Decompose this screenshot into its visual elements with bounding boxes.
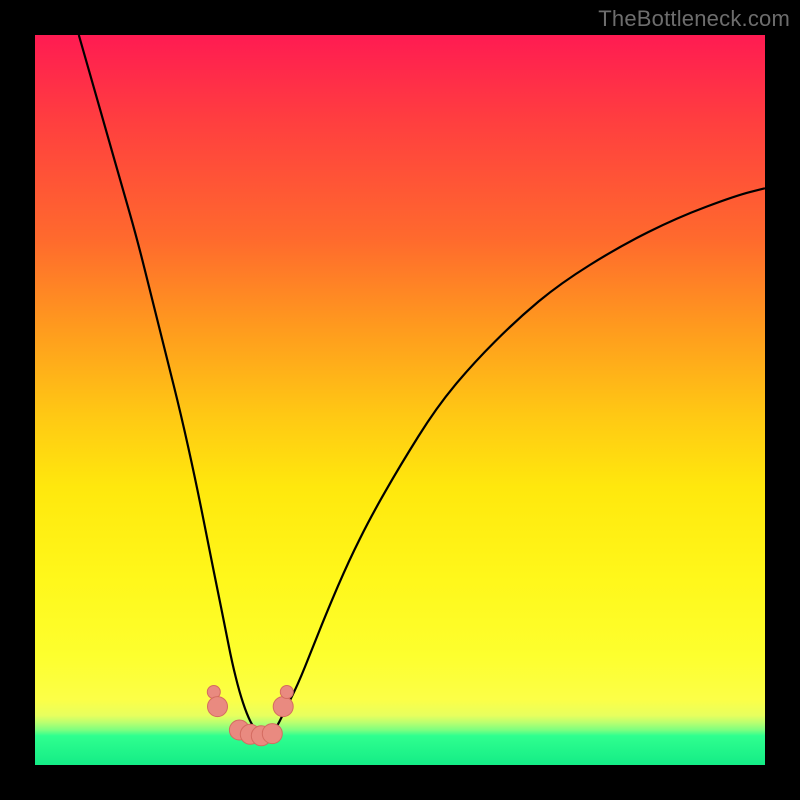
marker-dot bbox=[208, 697, 228, 717]
bottleneck-curve bbox=[79, 35, 765, 736]
plot-overlay bbox=[35, 35, 765, 765]
marker-group bbox=[207, 686, 293, 746]
marker-dot bbox=[280, 686, 293, 699]
marker-dot bbox=[273, 697, 293, 717]
watermark-text: TheBottleneck.com bbox=[598, 6, 790, 32]
marker-dot bbox=[262, 724, 282, 744]
chart-frame: TheBottleneck.com bbox=[0, 0, 800, 800]
